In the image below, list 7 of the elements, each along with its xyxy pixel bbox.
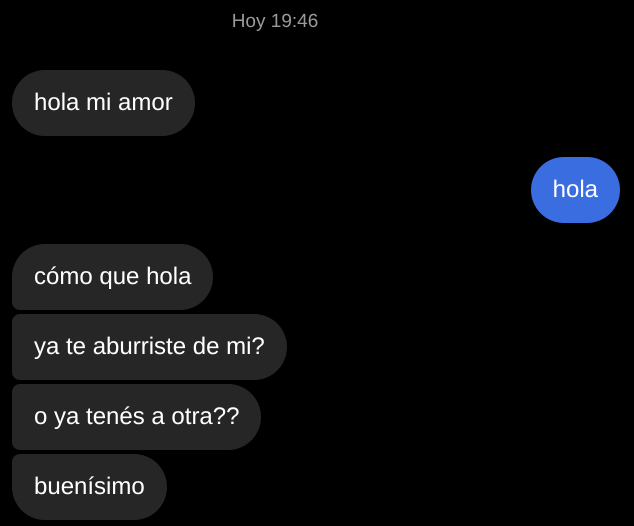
timestamp: Hoy 19:46 — [232, 10, 318, 34]
received-message-bubble: o ya tenés a otra?? — [12, 384, 262, 450]
received-message-bubble: buenísimo — [12, 454, 167, 520]
sent-message-bubble: hola — [530, 157, 620, 223]
received-message-bubble: cómo que hola — [12, 244, 214, 310]
received-message-bubble: ya te aburriste de mi? — [12, 314, 287, 380]
received-message-bubble: hola mi amor — [12, 70, 195, 136]
